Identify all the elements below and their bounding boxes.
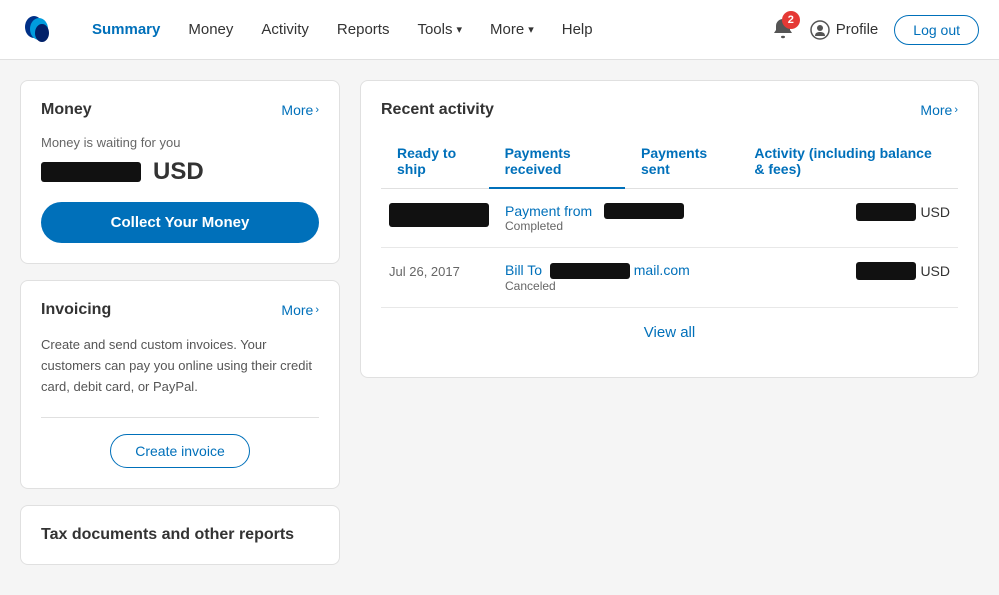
activity-title: Recent activity — [381, 101, 494, 119]
profile-link[interactable]: Profile — [810, 20, 879, 40]
transaction-icon-cell — [381, 189, 497, 248]
activity-table: Payment from Completed USD — [381, 189, 958, 308]
currency-label: USD — [153, 158, 204, 186]
logout-button[interactable]: Log out — [894, 15, 979, 45]
tax-documents-card: Tax documents and other reports — [20, 505, 340, 565]
invoicing-card-header: Invoicing More › — [41, 301, 319, 319]
nav-links: Summary Money Activity Reports Tools ▾ M… — [80, 13, 772, 46]
payment-from-link[interactable]: Payment from — [505, 203, 787, 219]
bill-to-text: Bill To — [505, 262, 542, 278]
invoicing-card: Invoicing More › Create and send custom … — [20, 280, 340, 489]
tab-ready-to-ship[interactable]: Ready to ship — [381, 135, 489, 189]
money-card-title: Money — [41, 101, 92, 119]
invoicing-card-title: Invoicing — [41, 301, 111, 319]
activity-tabs: Ready to ship Payments received Payments… — [381, 135, 958, 189]
nav-tools[interactable]: Tools ▾ — [405, 13, 474, 46]
left-column: Money More › Money is waiting for you US… — [20, 80, 340, 565]
chevron-right-icon: › — [315, 104, 319, 116]
nav-help[interactable]: Help — [550, 13, 605, 46]
paypal-logo[interactable] — [20, 12, 56, 48]
create-invoice-button[interactable]: Create invoice — [110, 434, 250, 468]
view-all-section: View all — [381, 308, 958, 357]
transaction-amount-cell: USD — [795, 189, 958, 248]
money-waiting-text: Money is waiting for you — [41, 135, 319, 150]
money-more-link[interactable]: More › — [281, 102, 319, 118]
amount-redacted — [41, 162, 141, 182]
amount-redacted — [856, 262, 916, 280]
transaction-icon-redacted — [389, 203, 489, 227]
main-content: Money More › Money is waiting for you US… — [0, 60, 999, 585]
nav-activity[interactable]: Activity — [249, 13, 321, 46]
nav-reports[interactable]: Reports — [325, 13, 402, 46]
money-card-header: Money More › — [41, 101, 319, 119]
transaction-status: Completed — [505, 219, 787, 233]
divider — [41, 417, 319, 418]
nav-more[interactable]: More ▾ — [478, 13, 546, 46]
table-row: Payment from Completed USD — [381, 189, 958, 248]
chevron-down-icon: ▾ — [528, 23, 534, 36]
nav-right: 2 Profile Log out — [772, 15, 979, 45]
transaction-amount-cell: USD — [795, 248, 958, 308]
right-column: Recent activity More › Ready to ship Pay… — [360, 80, 979, 565]
notification-bell[interactable]: 2 — [772, 17, 794, 42]
currency-label: USD — [920, 263, 950, 279]
view-all-link[interactable]: View all — [644, 324, 695, 341]
invoicing-more-link[interactable]: More › — [281, 302, 319, 318]
payment-from-text: Payment from — [505, 203, 592, 219]
recipient-name-redacted — [550, 263, 630, 279]
amount-redacted — [856, 203, 916, 221]
bill-to-link[interactable]: Bill To mail.com — [505, 262, 690, 278]
nav-summary[interactable]: Summary — [80, 13, 172, 46]
currency-label: USD — [920, 204, 950, 220]
transaction-date-cell: Jul 26, 2017 — [381, 248, 497, 308]
table-row: Jul 26, 2017 Bill To mail.com Canceled — [381, 248, 958, 308]
email-domain: mail.com — [634, 262, 690, 278]
recent-activity-card: Recent activity More › Ready to ship Pay… — [360, 80, 979, 378]
chevron-right-icon: › — [315, 304, 319, 316]
sender-name-redacted — [604, 203, 684, 219]
notification-badge: 2 — [782, 11, 800, 29]
transaction-description-cell: Payment from Completed — [497, 189, 795, 248]
profile-label: Profile — [836, 21, 879, 38]
transaction-description-cell: Bill To mail.com Canceled — [497, 248, 795, 308]
nav-money[interactable]: Money — [176, 13, 245, 46]
activity-header: Recent activity More › — [381, 101, 958, 119]
invoicing-description: Create and send custom invoices. Your cu… — [41, 335, 319, 397]
tab-payments-sent[interactable]: Payments sent — [625, 135, 738, 189]
chevron-down-icon: ▾ — [456, 23, 462, 36]
transaction-status: Canceled — [505, 279, 787, 293]
money-card: Money More › Money is waiting for you US… — [20, 80, 340, 264]
amount-row: USD — [41, 158, 319, 186]
activity-more-link[interactable]: More › — [920, 102, 958, 118]
chevron-right-icon: › — [954, 104, 958, 116]
collect-money-button[interactable]: Collect Your Money — [41, 202, 319, 243]
tax-card-title: Tax documents and other reports — [41, 526, 294, 543]
navbar: Summary Money Activity Reports Tools ▾ M… — [0, 0, 999, 60]
tab-payments-received[interactable]: Payments received — [489, 135, 625, 189]
tab-activity-balance[interactable]: Activity (including balance & fees) — [738, 135, 958, 189]
